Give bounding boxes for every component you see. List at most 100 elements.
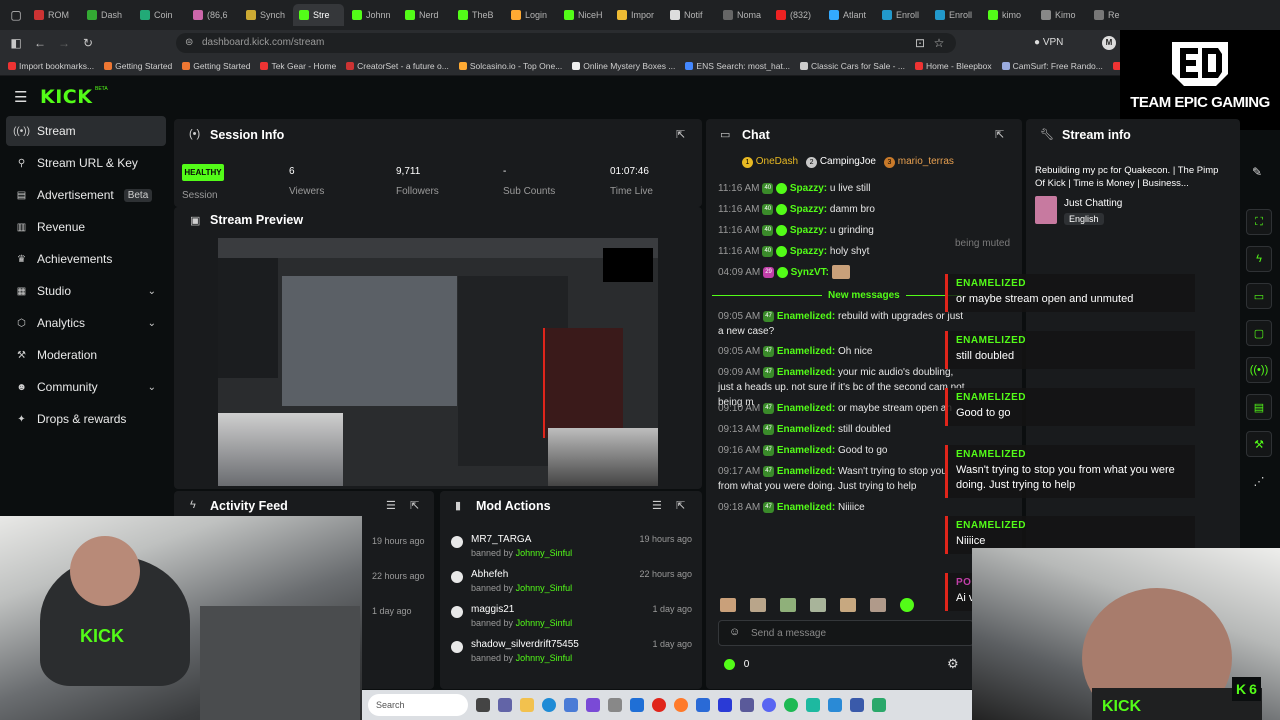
chat-username[interactable]: Enamelized xyxy=(777,502,832,513)
chevron-down-icon[interactable]: ⌄ xyxy=(148,318,156,329)
back-icon[interactable]: ← xyxy=(28,36,52,50)
emote-icon[interactable] xyxy=(720,598,736,612)
lightning-icon[interactable]: ϟ xyxy=(1246,246,1272,272)
edit-pencil-icon[interactable]: ✎ xyxy=(1252,165,1262,179)
chat-username[interactable]: Spazzy xyxy=(790,204,824,215)
chat-message[interactable]: 11:16 AM 40 Spazzy: u grinding xyxy=(718,223,966,238)
browser-tab[interactable]: Login xyxy=(505,4,556,26)
chat-popout-icon[interactable]: ⇱ xyxy=(995,128,1004,141)
chat-message[interactable]: 09:18 AM 47 Enamelized: Niiiice xyxy=(718,500,966,515)
emote-icon[interactable] xyxy=(780,598,796,612)
app-icon[interactable] xyxy=(586,698,600,712)
sidebar-item-studio[interactable]: ▦ Studio ⌄ xyxy=(6,276,166,306)
chat-username[interactable]: Spazzy xyxy=(790,183,824,194)
activity-popout-icon[interactable]: ⇱ xyxy=(410,499,419,512)
banned-username[interactable]: maggis21 xyxy=(471,604,514,615)
chat-username[interactable]: Enamelized xyxy=(777,311,832,322)
emote-icon[interactable] xyxy=(900,598,914,612)
bookmark-star-icon[interactable]: ☆ xyxy=(927,36,951,50)
banned-username[interactable]: MR7_TARGA xyxy=(471,534,531,545)
sidebar-item-stream-url-key[interactable]: ⚲ Stream URL & Key xyxy=(6,148,166,178)
emoji-icon[interactable]: ☺ xyxy=(729,626,740,638)
browser-tab[interactable]: Atlant xyxy=(823,4,874,26)
chat-message[interactable]: 04:09 AM 29 SynzVT: xyxy=(718,265,966,280)
emote-icon[interactable] xyxy=(810,598,826,612)
chat-message[interactable]: 09:10 AM 47 Enamelized: or maybe stream … xyxy=(718,401,966,416)
chevron-down-icon[interactable]: ⌄ xyxy=(148,382,156,393)
mod-popout-icon[interactable]: ⇱ xyxy=(676,499,685,512)
mod-action-row[interactable]: MR7_TARGA banned by Johnny_Sinful 19 hours… xyxy=(448,534,698,568)
bookmark-item[interactable]: CreatorSet - a future o... xyxy=(346,61,449,71)
browser-tab[interactable]: Enroll xyxy=(929,4,980,26)
bookmark-item[interactable]: CamSurf: Free Rando... xyxy=(1001,61,1103,71)
category-thumbnail[interactable] xyxy=(1035,196,1057,224)
browser-tab[interactable]: NiceH xyxy=(558,4,609,26)
sidebar-item-stream[interactable]: ((•)) Stream xyxy=(6,116,166,146)
chat-message[interactable]: 09:17 AM 47 Enamelized: Wasn't trying to… xyxy=(718,464,966,494)
chat-message[interactable]: 09:16 AM 47 Enamelized: Good to go xyxy=(718,443,966,458)
bookmark-item[interactable]: Online Mystery Boxes ... xyxy=(572,61,675,71)
stream-preview-video[interactable] xyxy=(218,238,658,486)
mod-action-row[interactable]: shadow_silverdrift75455 banned by Johnny_… xyxy=(448,639,698,673)
chat-message[interactable]: 11:16 AM 40 Spazzy: u live still xyxy=(718,181,966,196)
bookmark-item[interactable]: Getting Started xyxy=(104,61,172,71)
chat-message[interactable]: 11:16 AM 40 Spazzy: holy shyt xyxy=(718,244,966,259)
bookmark-item[interactable]: ENS Search: most_hat... xyxy=(685,61,790,71)
bookmark-item[interactable]: Home - Bleepbox xyxy=(914,61,992,71)
expand-icon[interactable]: ⛶ xyxy=(1246,209,1272,235)
card-icon[interactable]: ▭ xyxy=(1246,283,1272,309)
mail-icon[interactable] xyxy=(630,698,644,712)
points-display[interactable]: 0 xyxy=(724,659,749,670)
browser-tab[interactable]: (832) xyxy=(770,4,821,26)
browser-tab[interactable]: Nerd xyxy=(399,4,450,26)
kick-logo[interactable]: KICK xyxy=(40,86,92,108)
popout-icon[interactable]: ⇱ xyxy=(676,128,685,141)
chat-username[interactable]: Enamelized xyxy=(777,466,832,477)
forward-icon[interactable]: → xyxy=(52,36,76,50)
browser-tab[interactable]: (86,6 xyxy=(187,4,238,26)
bookmark-item[interactable]: Tek Gear - Home xyxy=(260,61,336,71)
browser-tab[interactable]: Stre xyxy=(293,4,344,26)
app-icon[interactable] xyxy=(608,698,622,712)
site-info-icon[interactable]: ⊜ xyxy=(185,33,193,53)
taskbar-search[interactable]: Search xyxy=(368,694,468,716)
files-icon[interactable] xyxy=(520,698,534,712)
emote-icon[interactable] xyxy=(870,598,886,612)
browser-tab[interactable]: Re xyxy=(1088,4,1139,26)
chat-username[interactable]: SynzVT xyxy=(791,267,826,278)
app-icon[interactable] xyxy=(850,698,864,712)
chat-bubble-icon[interactable]: ▢ xyxy=(1246,320,1272,346)
moderator-name[interactable]: Johnny_Sinful xyxy=(516,618,573,628)
mod-action-row[interactable]: maggis21 banned by Johnny_Sinful 1 day ago xyxy=(448,604,698,638)
moderator-name[interactable]: Johnny_Sinful xyxy=(516,583,573,593)
bookmark-item[interactable]: Classic Cars for Sale - ... xyxy=(799,61,905,71)
chat-username[interactable]: Enamelized xyxy=(777,445,832,456)
app-icon[interactable] xyxy=(740,698,754,712)
profile-avatar[interactable]: M xyxy=(1102,36,1116,50)
bookmark-item[interactable]: Getting Started xyxy=(182,61,250,71)
browser-tab[interactable]: Dash xyxy=(81,4,132,26)
mod-action-row[interactable]: Abhefeh banned by Johnny_Sinful 22 hours a… xyxy=(448,569,698,603)
chat-username[interactable]: Enamelized xyxy=(777,346,832,357)
menu-icon[interactable]: ☰ xyxy=(14,88,27,106)
firefox-icon[interactable] xyxy=(674,698,688,712)
browser-tab[interactable]: Johnn xyxy=(346,4,397,26)
sidebar-item-community[interactable]: ☻ Community ⌄ xyxy=(6,372,166,402)
chat-message[interactable]: 09:05 AM 47 Enamelized: Oh nice xyxy=(718,344,966,359)
chat-username[interactable]: Spazzy xyxy=(790,246,824,257)
discord-icon[interactable] xyxy=(762,698,776,712)
sidebar-item-achievements[interactable]: ♛ Achievements xyxy=(6,244,166,274)
chat-username[interactable]: Spazzy xyxy=(790,225,824,236)
browser-tab[interactable]: Impor xyxy=(611,4,662,26)
app-icon[interactable] xyxy=(696,698,710,712)
browser-tab[interactable]: TheB xyxy=(452,4,503,26)
browser-tab[interactable]: Enroll xyxy=(876,4,927,26)
browser-tab[interactable]: Kimo xyxy=(1035,4,1086,26)
task-view-icon[interactable] xyxy=(476,698,490,712)
category-label[interactable]: Just Chatting xyxy=(1064,198,1122,209)
layout-icon[interactable]: ▤ xyxy=(1246,394,1272,420)
chat-message[interactable]: 11:16 AM 40 Spazzy: damm bro xyxy=(718,202,966,217)
browser-tab[interactable]: Noma xyxy=(717,4,768,26)
share-icon[interactable]: ⋰ xyxy=(1246,468,1272,494)
banned-username[interactable]: shadow_silverdrift75455 xyxy=(471,639,579,650)
